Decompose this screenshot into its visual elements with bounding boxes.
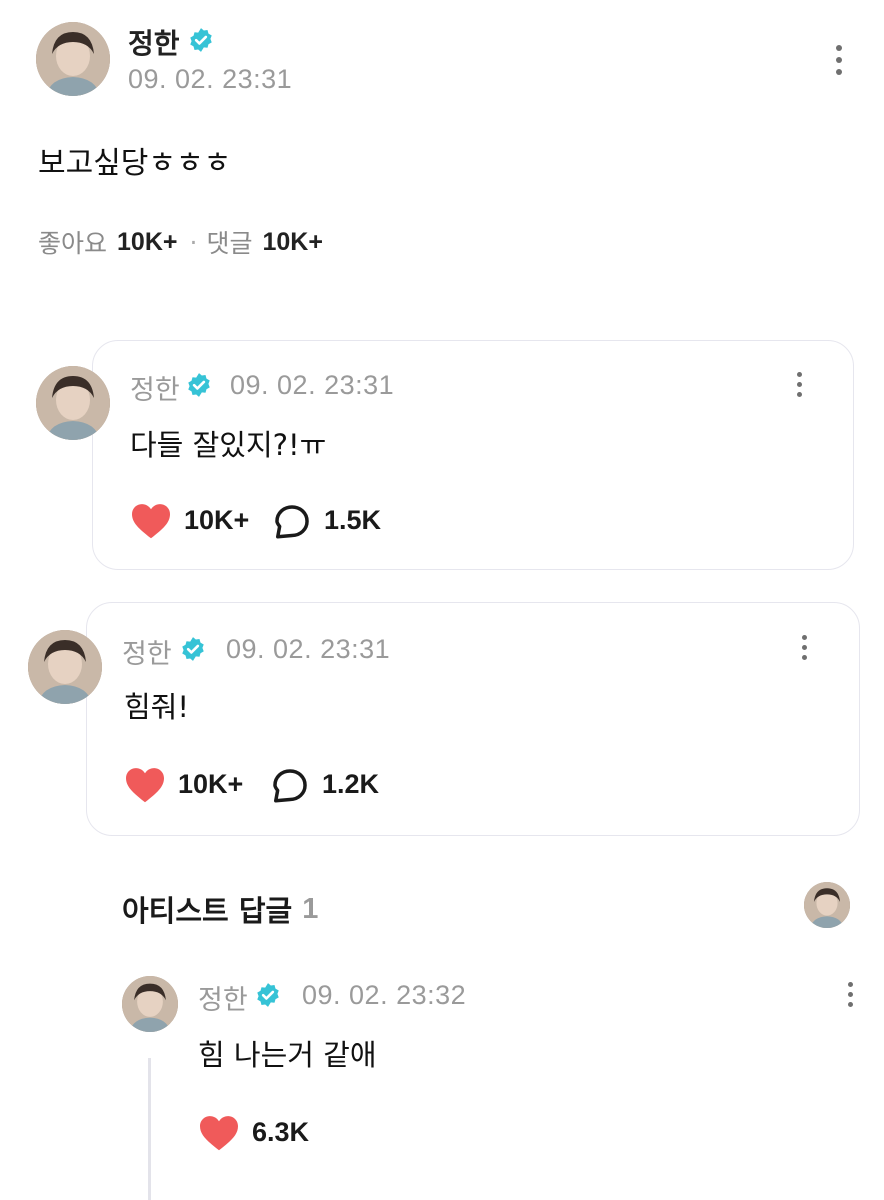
post-body: 보고싶당ㅎㅎㅎ [38,146,232,181]
reply-more-icon[interactable] [840,982,860,1007]
verified-badge-icon [188,373,210,397]
reply-body: 힘 나는거 같애 [198,1038,377,1072]
comment-timestamp: 09. 02. 23:31 [230,370,395,400]
comment-like-count[interactable]: 10K+ [178,769,243,800]
likes-count[interactable]: 10K+ [117,228,177,257]
verified-badge-icon [182,637,204,661]
artist-replies-header[interactable]: 아티스트 답글 1 [122,888,318,930]
artist-avatar[interactable] [804,882,850,928]
post-author-name[interactable]: 정한 [128,22,180,62]
heart-icon[interactable] [198,1114,240,1152]
post-stats: 좋아요 10K+ · 댓글 10K+ [38,224,323,260]
post-timestamp: 09. 02. 23:31 [128,64,293,94]
reply-thread-line [148,1058,151,1200]
comment-body: 힘줘! [124,690,189,724]
comment-bubble-icon[interactable] [271,767,309,805]
comment-more-icon[interactable] [789,372,809,397]
artist-replies-label: 아티스트 답글 [122,894,293,928]
comment-timestamp: 09. 02. 23:31 [226,634,391,664]
comment-bubble-icon[interactable] [273,503,311,541]
stats-separator: · [189,227,198,257]
comment-author-avatar[interactable] [28,630,102,704]
comment-reply-count[interactable]: 1.5K [324,505,381,536]
comment-like-count[interactable]: 10K+ [184,505,249,536]
verified-badge-icon [190,28,212,52]
comments-count[interactable]: 10K+ [262,228,322,257]
comment-more-icon[interactable] [794,635,814,660]
comment-author-name[interactable]: 정한 [130,368,180,407]
comment-body: 다들 잘있지?!ㅠ [130,428,327,462]
reply-timestamp: 09. 02. 23:32 [302,980,467,1010]
verified-badge-icon [257,983,279,1007]
comments-label[interactable]: 댓글 [206,224,252,260]
reply-author-avatar[interactable] [122,976,178,1032]
artist-replies-count: 1 [302,892,319,925]
comment-author-avatar[interactable] [36,366,110,440]
comment-reply-count[interactable]: 1.2K [322,769,379,800]
heart-icon[interactable] [124,766,166,804]
reply-like-count[interactable]: 6.3K [252,1117,309,1148]
comment-author-name[interactable]: 정한 [122,632,172,671]
reply-author-name[interactable]: 정한 [198,978,248,1017]
post-more-icon[interactable] [829,45,849,75]
heart-icon[interactable] [130,502,172,540]
post-author-avatar[interactable] [36,22,110,96]
likes-label[interactable]: 좋아요 [38,224,107,260]
